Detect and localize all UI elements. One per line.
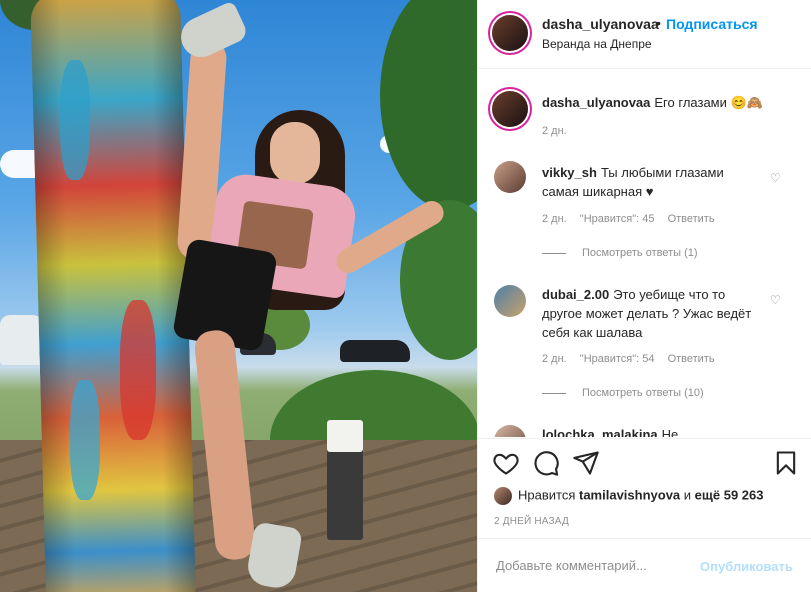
post-header: dasha_ulyanovaa • Подписаться Веранда на… xyxy=(478,0,811,69)
commenter-avatar[interactable] xyxy=(494,425,526,437)
view-replies-label: Посмотреть ответы (1) xyxy=(582,247,698,259)
bookmark-icon[interactable] xyxy=(772,449,800,477)
comment-meta: 2 дн. "Нравится": 45 Ответить xyxy=(542,213,725,225)
follow-button[interactable]: Подписаться xyxy=(666,16,758,32)
comment-likes[interactable]: "Нравится": 45 xyxy=(580,213,655,225)
comment-time[interactable]: 2 дн. xyxy=(542,213,567,225)
likes-count[interactable]: ещё 59 263 xyxy=(695,487,764,502)
comment-username[interactable]: vikky_sh xyxy=(542,165,597,180)
comment-time[interactable]: 2 дн. xyxy=(542,353,567,365)
heart-icon[interactable] xyxy=(492,449,520,477)
paint-stroke xyxy=(70,380,100,500)
view-replies-label: Посмотреть ответы (10) xyxy=(582,387,704,399)
author-username[interactable]: dasha_ulyanovaa xyxy=(542,16,659,32)
divider xyxy=(542,392,566,394)
caption-text: Его глазами 😊🙈 xyxy=(654,95,763,110)
caption-text-block: dasha_ulyanovaa Его глазами 😊🙈 xyxy=(542,93,764,112)
like-comment-heart-icon[interactable]: ♡ xyxy=(770,293,781,307)
caption-username[interactable]: dasha_ulyanovaa xyxy=(542,95,650,110)
author-avatar[interactable] xyxy=(492,91,528,127)
garden-lamp-light xyxy=(327,420,363,452)
comment-input[interactable] xyxy=(494,557,698,574)
commenter-avatar[interactable] xyxy=(494,285,526,317)
post-side-panel: dasha_ulyanovaa • Подписаться Веранда на… xyxy=(477,0,811,592)
comment-username[interactable]: lolochka_malakina xyxy=(542,427,658,437)
comment-text: Не xyxy=(661,427,679,437)
comment-text-block: lolochka_malakina Не xyxy=(542,425,764,437)
like-comment-heart-icon[interactable]: ♡ xyxy=(770,171,781,185)
post-actions xyxy=(478,438,811,491)
comment-icon[interactable] xyxy=(532,449,560,477)
tree-foliage xyxy=(380,0,477,210)
comment-text-block: dubai_2.00 Это уебище что то другое может… xyxy=(542,285,764,342)
comments-list[interactable]: dasha_ulyanovaa Его глазами 😊🙈 2 дн. vikk… xyxy=(478,69,811,437)
comment-meta: 2 дн. "Нравится": 54 Ответить xyxy=(542,353,725,365)
view-replies-button[interactable]: Посмотреть ответы (10) xyxy=(542,387,704,399)
post-date[interactable]: 2 ДНЕЙ НАЗАД xyxy=(494,516,569,527)
reply-button[interactable]: Ответить xyxy=(668,353,715,365)
paint-stroke xyxy=(120,300,156,440)
face xyxy=(270,122,320,184)
commenter-avatar[interactable] xyxy=(494,161,526,193)
liker-avatar[interactable] xyxy=(494,487,512,505)
likes-prefix: Нравится xyxy=(518,487,576,503)
author-avatar[interactable] xyxy=(492,15,528,51)
separator-dot: • xyxy=(656,15,661,31)
likes-summary: Нравится tamilavishnyova и ещё 59 263 xyxy=(494,487,763,505)
post-photo[interactable] xyxy=(0,0,477,592)
divider xyxy=(542,252,566,254)
comment-username[interactable]: dubai_2.00 xyxy=(542,287,609,302)
paint-stroke xyxy=(60,60,90,180)
post-comment-button[interactable]: Опубликовать xyxy=(700,559,793,574)
comment-text-block: vikky_sh Ты любыми глазами самая шикарная… xyxy=(542,163,764,201)
reply-button[interactable]: Ответить xyxy=(668,213,715,225)
painted-tree-trunk xyxy=(30,0,196,592)
likes-and: и xyxy=(683,487,692,503)
caption-time[interactable]: 2 дн. xyxy=(542,125,567,137)
share-icon[interactable] xyxy=(572,449,600,477)
liker-username[interactable]: tamilavishnyova xyxy=(579,487,680,502)
comment-likes[interactable]: "Нравится": 54 xyxy=(580,353,655,365)
location-link[interactable]: Веранда на Днепре xyxy=(542,37,652,51)
view-replies-button[interactable]: Посмотреть ответы (1) xyxy=(542,247,698,259)
parked-car xyxy=(340,340,410,362)
caption-meta: 2 дн. xyxy=(542,125,577,137)
add-comment-bar: Опубликовать xyxy=(478,538,811,593)
